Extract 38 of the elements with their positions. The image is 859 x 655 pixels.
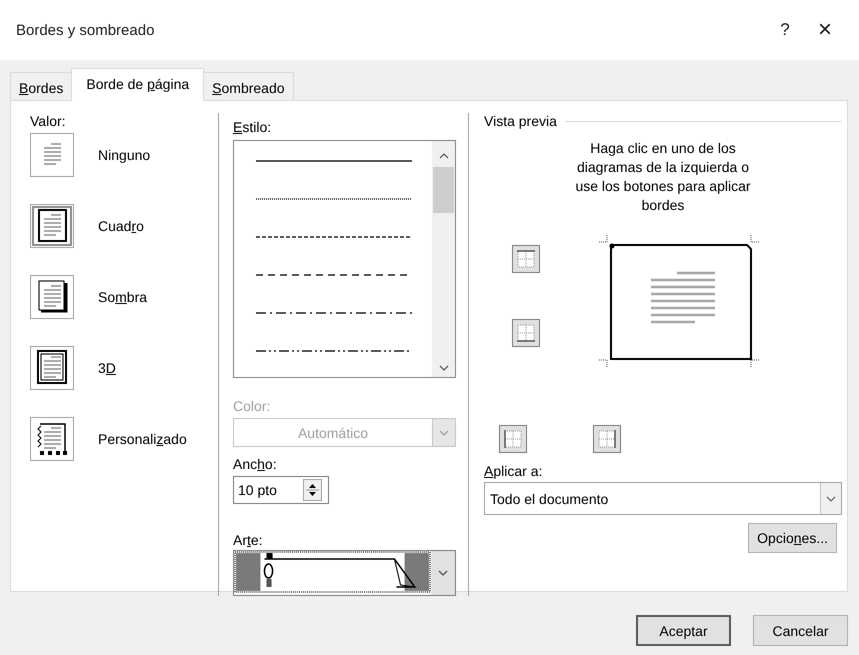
width-label: Ancho: — [233, 456, 278, 472]
tab[interactable]: Sombreado — [203, 72, 294, 100]
art-label: Arte: — [233, 532, 264, 548]
border-setting-option[interactable]: Sombra — [30, 275, 218, 319]
scrollbar[interactable] — [432, 141, 455, 377]
scroll-down-icon — [438, 365, 448, 371]
preview-title: Vista previa — [484, 113, 557, 129]
border-setting-option[interactable]: 3D — [30, 346, 218, 390]
border-setting-option[interactable]: Personalizado — [30, 417, 218, 461]
chevron-down-icon — [438, 570, 448, 576]
spin-arrows-icon[interactable] — [303, 479, 322, 501]
value-label: Valor: — [30, 113, 67, 129]
close-button[interactable]: × — [805, 15, 845, 45]
border-edge-button[interactable] — [512, 319, 540, 347]
apply-to-label: Aplicar a: — [484, 463, 544, 479]
scroll-up-icon — [438, 153, 448, 159]
border-setting-option[interactable]: Ninguno — [30, 133, 218, 177]
art-dropdown[interactable] — [233, 550, 456, 596]
border-setting-option[interactable]: Cuadro — [30, 204, 218, 248]
tab[interactable]: Borde de página — [71, 68, 204, 101]
scrollbar-thumb[interactable] — [433, 167, 454, 213]
apply-to-dropdown[interactable]: Todo el documento — [484, 482, 842, 515]
chevron-down-icon — [826, 496, 836, 502]
border-edge-button[interactable] — [512, 245, 540, 273]
options-button[interactable]: Opciones... — [748, 523, 837, 553]
tab[interactable]: Bordes — [10, 72, 72, 100]
border-edge-button[interactable] — [593, 425, 621, 453]
width-spinbox[interactable]: 10 pto — [233, 476, 329, 504]
help-button[interactable]: ? — [765, 15, 805, 45]
instructions-text: Haga clic en uno de los diagramas de la izquierda o use los botones para aplicar bordes — [574, 139, 752, 215]
style-label: Estilo: — [233, 119, 272, 135]
window-title: Bordes y sombreado — [16, 22, 156, 38]
style-list[interactable] — [233, 140, 456, 378]
border-edge-button[interactable] — [499, 425, 527, 453]
color-label: Color: — [233, 398, 272, 414]
dialog-button[interactable]: Aceptar — [636, 615, 731, 646]
chevron-down-icon — [439, 430, 449, 436]
dialog-button[interactable]: Cancelar — [753, 615, 848, 646]
